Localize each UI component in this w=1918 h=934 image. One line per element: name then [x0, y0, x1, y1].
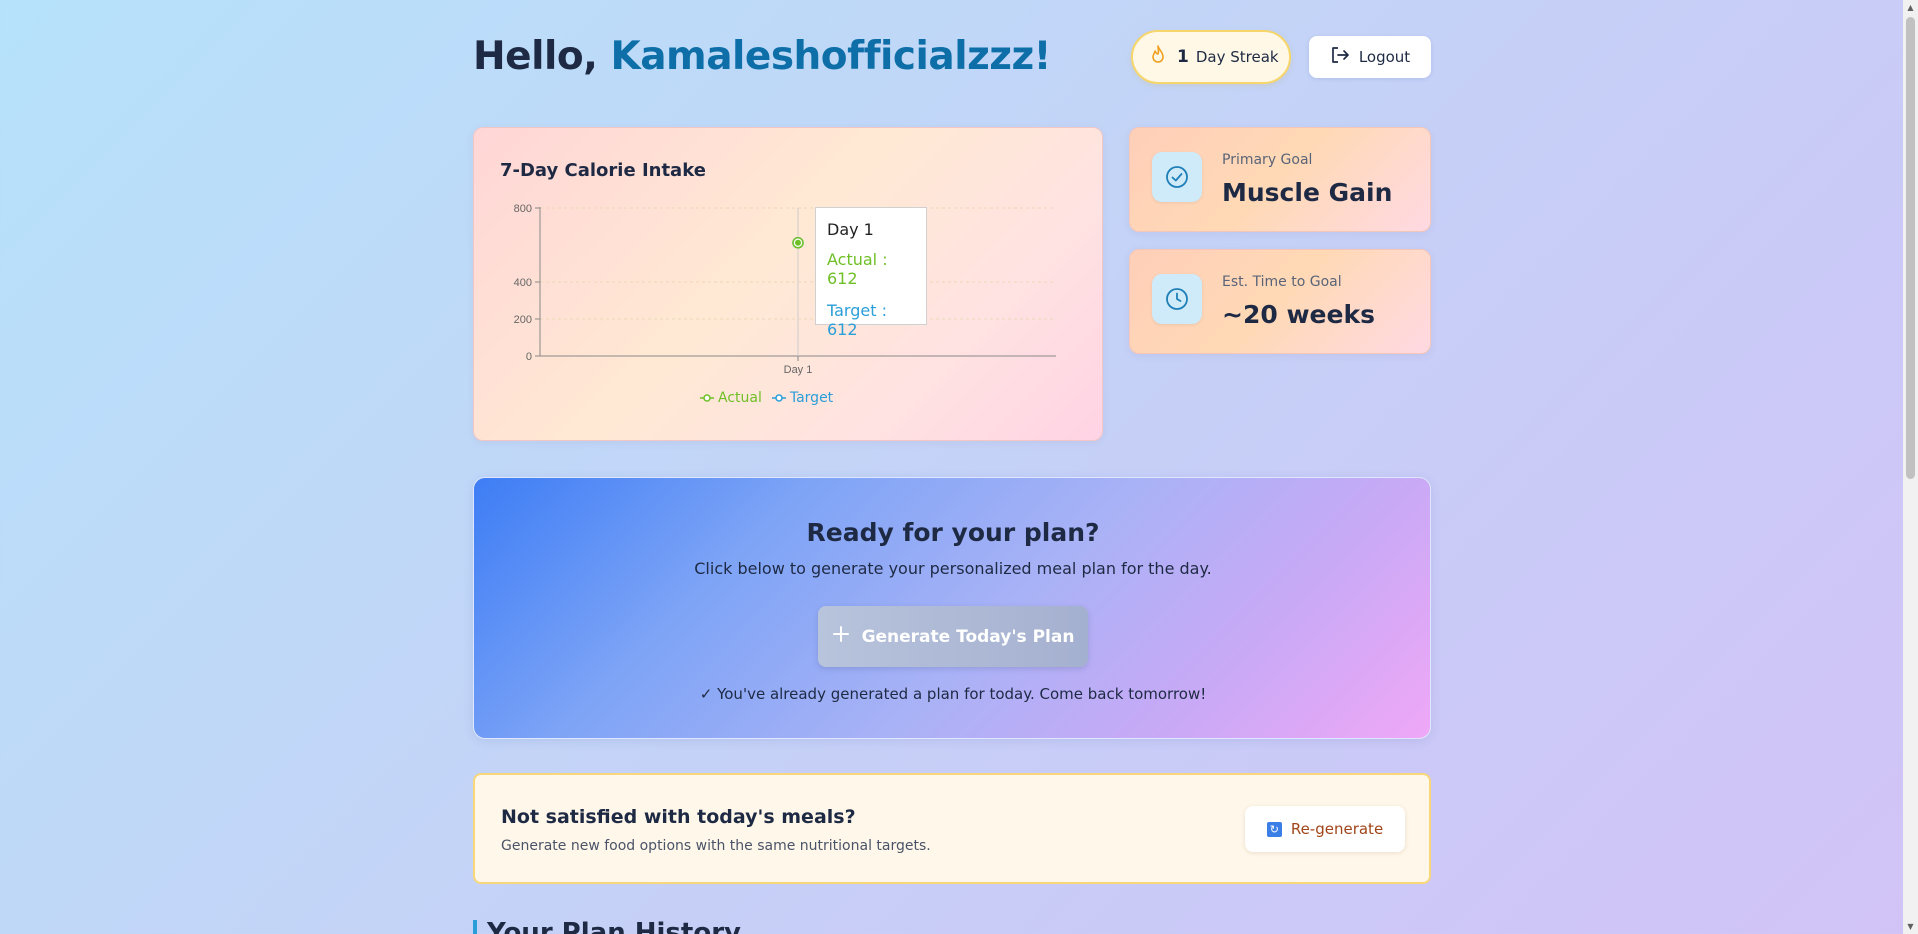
legend-actual-label: Actual	[718, 390, 762, 406]
legend-target-label: Target	[789, 390, 834, 406]
check-circle-icon	[1152, 152, 1202, 202]
logout-label: Logout	[1358, 48, 1411, 66]
primary-goal-label: Primary Goal	[1222, 152, 1313, 168]
refresh-icon: ↻	[1266, 821, 1282, 837]
regenerate-title: Not satisfied with today's meals?	[501, 806, 856, 828]
scroll-up-arrow-icon[interactable]: ▲	[1903, 0, 1918, 15]
clock-icon	[1152, 274, 1202, 324]
y-tick-label: 800	[514, 203, 532, 215]
time-to-goal-value: ~20 weeks	[1222, 300, 1375, 329]
regenerate-label: Re-generate	[1290, 820, 1384, 838]
tooltip-day: Day 1	[827, 220, 874, 239]
time-to-goal-card: Est. Time to Goal ~20 weeks	[1129, 249, 1431, 354]
regenerate-subtitle: Generate new food options with the same …	[501, 838, 931, 854]
legend-item-target[interactable]: Target	[771, 390, 834, 406]
plan-title: Ready for your plan?	[806, 518, 1100, 547]
y-tick-label: 0	[526, 351, 532, 363]
generate-plan-card: Ready for your plan? Click below to gene…	[473, 477, 1431, 739]
streak-count: 1	[1177, 47, 1189, 67]
time-to-goal-label: Est. Time to Goal	[1222, 274, 1342, 290]
y-tick-label: 400	[514, 277, 532, 289]
generate-plan-button[interactable]: Generate Today's Plan	[818, 606, 1088, 667]
regenerate-card: Not satisfied with today's meals? Genera…	[473, 773, 1431, 884]
plus-icon	[832, 625, 850, 648]
username: Kamaleshofficialzzz!	[610, 34, 1052, 79]
greeting-heading: Hello, Kamaleshofficialzzz!	[473, 34, 1051, 79]
y-tick-label: 200	[514, 314, 532, 326]
scroll-thumb[interactable]	[1906, 17, 1915, 479]
greeting-prefix: Hello,	[473, 34, 611, 79]
legend-target-marker	[771, 394, 786, 402]
plan-status-note: ✓ You've already generated a plan for to…	[699, 685, 1207, 703]
data-point-dot-actual	[795, 239, 801, 246]
history-accent-bar	[473, 920, 477, 934]
scroll-down-arrow-icon[interactable]: ▼	[1903, 919, 1918, 934]
chart-legend: Actual Target	[700, 390, 833, 406]
history-title: Your Plan History	[487, 918, 741, 934]
page-scrollbar[interactable]: ▲ ▼	[1903, 0, 1918, 934]
primary-goal-card: Primary Goal Muscle Gain	[1129, 127, 1431, 232]
plan-subtitle: Click below to generate your personalize…	[694, 559, 1212, 578]
legend-item-actual[interactable]: Actual	[700, 390, 762, 406]
x-tick-label: Day 1	[784, 364, 813, 376]
logout-button[interactable]: Logout	[1309, 36, 1431, 78]
chart-tooltip: Day 1 Actual : 612 Target : 612	[815, 207, 927, 339]
calorie-chart-card: 7-Day Calorie Intake 0 200 400 800 Day 1 Day…	[473, 127, 1103, 441]
legend-actual-marker	[700, 394, 714, 402]
regenerate-button[interactable]: ↻ Re-generate	[1245, 806, 1405, 852]
primary-goal-value: Muscle Gain	[1222, 178, 1393, 207]
tooltip-actual: Actual : 612	[827, 250, 888, 288]
streak-label: Day Streak	[1195, 48, 1279, 66]
logout-icon	[1330, 46, 1350, 68]
header: Hello, Kamaleshofficialzzz! 1 Day Streak…	[473, 28, 1431, 88]
tooltip-target: Target : 612	[827, 301, 887, 339]
flame-icon	[1149, 45, 1167, 69]
streak-badge: 1 Day Streak	[1131, 30, 1291, 84]
generate-plan-label: Generate Today's Plan	[861, 626, 1075, 647]
